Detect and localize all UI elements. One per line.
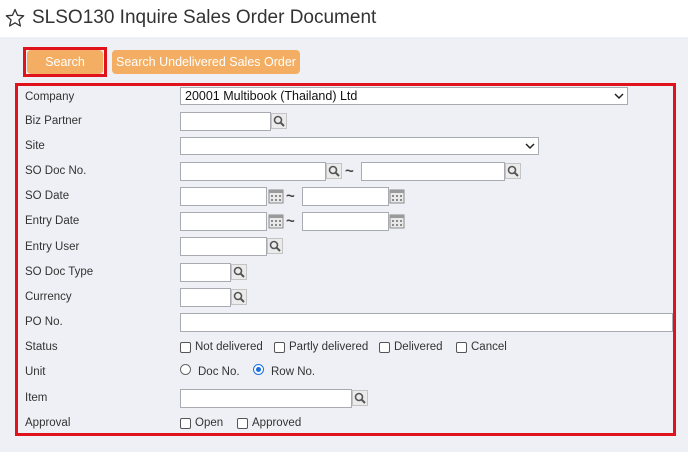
- star-outline-icon[interactable]: [5, 8, 25, 28]
- site-select[interactable]: [180, 137, 539, 155]
- biz-partner-input[interactable]: [180, 112, 271, 131]
- company-label: Company: [25, 91, 75, 103]
- so-doc-no-range-separator: ~: [345, 163, 354, 180]
- status-delivered-checkbox[interactable]: [379, 342, 390, 353]
- so-date-label: SO Date: [25, 190, 70, 202]
- chevron-down-icon: [614, 93, 624, 100]
- biz-partner-lookup-button[interactable]: [271, 113, 287, 129]
- entry-date-from-input[interactable]: [180, 212, 267, 231]
- unit-doc-no-label: Doc No.: [198, 366, 240, 378]
- calendar-icon[interactable]: [389, 188, 405, 204]
- entry-user-lookup-button[interactable]: [267, 238, 283, 254]
- so-doc-no-from-lookup-button[interactable]: [326, 163, 342, 179]
- so-doc-type-label: SO Doc Type: [25, 266, 94, 278]
- status-delivered-label: Delivered: [394, 341, 443, 353]
- status-label: Status: [25, 341, 58, 353]
- status-partly-delivered-label: Partly delivered: [289, 341, 369, 353]
- magnifier-icon: [269, 240, 281, 252]
- approval-open-checkbox[interactable]: [180, 418, 191, 429]
- item-label: Item: [25, 392, 48, 404]
- unit-row-no-radio[interactable]: [253, 364, 264, 375]
- title-bar: SLSO130 Inquire Sales Order Document: [0, 0, 688, 37]
- po-no-label: PO No.: [25, 316, 63, 328]
- item-input[interactable]: [180, 389, 352, 408]
- approval-open-label: Open: [195, 417, 224, 429]
- unit-doc-no-radio[interactable]: [180, 364, 191, 375]
- site-label: Site: [25, 140, 45, 152]
- search-undelivered-button[interactable]: Search Undelivered Sales Order: [112, 50, 300, 74]
- entry-date-to-input[interactable]: [302, 212, 389, 231]
- magnifier-icon: [328, 165, 340, 177]
- unit-label: Unit: [25, 366, 46, 378]
- status-not-delivered-checkbox[interactable]: [180, 342, 191, 353]
- currency-input[interactable]: [180, 288, 231, 307]
- magnifier-icon: [233, 291, 245, 303]
- entry-user-input[interactable]: [180, 237, 267, 256]
- magnifier-icon: [507, 165, 519, 177]
- biz-partner-label: Biz Partner: [25, 115, 82, 127]
- currency-lookup-button[interactable]: [231, 289, 247, 305]
- content-area: Search Search Undelivered Sales Order Co…: [0, 37, 688, 452]
- chevron-down-icon: [525, 143, 535, 150]
- po-no-input[interactable]: [180, 313, 673, 332]
- so-doc-no-to-input[interactable]: [361, 162, 505, 181]
- company-select[interactable]: 20001 Multibook (Thailand) Ltd: [180, 87, 628, 105]
- so-doc-type-lookup-button[interactable]: [231, 264, 247, 280]
- search-form-highlight: [15, 83, 676, 436]
- so-doc-no-to-lookup-button[interactable]: [505, 163, 521, 179]
- search-button[interactable]: Search: [27, 50, 103, 74]
- entry-user-label: Entry User: [25, 241, 80, 253]
- status-not-delivered-label: Not delivered: [195, 341, 263, 353]
- company-value: 20001 Multibook (Thailand) Ltd: [185, 89, 358, 103]
- entry-date-label: Entry Date: [25, 215, 80, 227]
- status-cancel-checkbox[interactable]: [456, 342, 467, 353]
- status-partly-delivered-checkbox[interactable]: [274, 342, 285, 353]
- magnifier-icon: [233, 266, 245, 278]
- so-date-from-input[interactable]: [180, 187, 267, 206]
- page-title: SLSO130 Inquire Sales Order Document: [32, 7, 377, 28]
- calendar-icon[interactable]: [389, 213, 405, 229]
- magnifier-icon: [354, 392, 366, 404]
- currency-label: Currency: [25, 291, 72, 303]
- so-doc-no-label: SO Doc No.: [25, 165, 87, 177]
- approval-approved-checkbox[interactable]: [237, 418, 248, 429]
- so-date-range-separator: ~: [286, 188, 295, 205]
- so-date-to-input[interactable]: [302, 187, 389, 206]
- status-cancel-label: Cancel: [471, 341, 507, 353]
- magnifier-icon: [273, 115, 285, 127]
- approval-approved-label: Approved: [252, 417, 302, 429]
- approval-label: Approval: [25, 417, 71, 429]
- calendar-icon[interactable]: [268, 188, 284, 204]
- calendar-icon[interactable]: [268, 213, 284, 229]
- item-lookup-button[interactable]: [352, 390, 368, 406]
- unit-row-no-label: Row No.: [271, 366, 316, 378]
- so-doc-no-from-input[interactable]: [180, 162, 326, 181]
- entry-date-range-separator: ~: [286, 213, 295, 230]
- so-doc-type-input[interactable]: [180, 263, 231, 282]
